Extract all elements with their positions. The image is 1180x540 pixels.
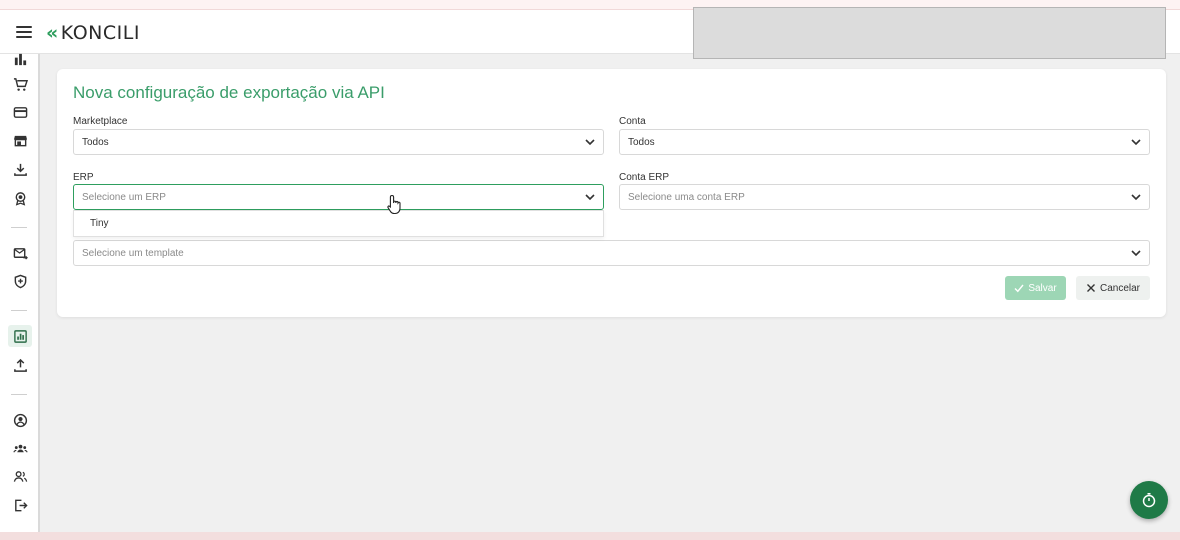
brand-name: KONCILI — [60, 22, 140, 44]
sidebar-item-payments[interactable] — [8, 101, 32, 123]
erp-placeholder: Selecione um ERP — [82, 191, 166, 203]
download-icon — [13, 163, 27, 176]
marketplace-select[interactable]: Todos — [73, 129, 604, 155]
sidebar-item-orders[interactable] — [8, 73, 32, 95]
cart-icon — [13, 77, 28, 91]
groups-icon — [12, 444, 28, 452]
store-icon — [13, 135, 27, 146]
template-select[interactable]: Selecione um template — [73, 240, 1150, 266]
sidebar-item-dashboard[interactable] — [8, 48, 32, 70]
upload-icon — [13, 358, 27, 372]
menu-icon — [16, 26, 32, 28]
sidebar-item-logout[interactable] — [8, 494, 32, 516]
conta-erp-placeholder: Selecione uma conta ERP — [628, 191, 745, 203]
logout-icon — [14, 499, 28, 511]
check-icon — [1014, 284, 1024, 293]
export-config-card: Nova configuração de exportação via API … — [57, 69, 1166, 317]
save-button[interactable]: Salvar — [1005, 276, 1066, 300]
menu-icon-line — [16, 31, 32, 33]
award-icon — [15, 191, 25, 206]
save-label: Salvar — [1028, 282, 1057, 294]
mail-forward-icon — [13, 247, 28, 260]
header-placeholder-box — [693, 7, 1166, 59]
chevron-down-icon — [1131, 194, 1141, 201]
user-circle-icon — [13, 413, 27, 427]
erp-dropdown-menu: Tiny — [73, 210, 604, 237]
chevron-down-icon — [1131, 250, 1141, 257]
sidebar-item-export[interactable] — [8, 354, 32, 376]
report-icon — [13, 329, 27, 343]
sidebar-item-reports[interactable] — [8, 325, 32, 347]
sidebar-item-stores[interactable] — [8, 129, 32, 151]
menu-toggle-button[interactable] — [16, 23, 32, 41]
credit-card-icon — [13, 106, 27, 118]
cancel-button[interactable]: Cancelar — [1076, 276, 1150, 300]
conta-value: Todos — [628, 136, 655, 148]
erp-select[interactable]: Selecione um ERP — [73, 184, 604, 210]
conta-erp-label: Conta ERP — [619, 172, 670, 183]
sidebar-divider — [11, 227, 27, 228]
erp-label: ERP — [73, 172, 94, 183]
sidebar-item-security[interactable] — [8, 270, 32, 292]
sidebar-item-users[interactable] — [8, 465, 32, 487]
menu-icon-line — [16, 36, 32, 38]
timer-fab-button[interactable] — [1130, 481, 1168, 519]
hand-cursor-icon — [387, 194, 401, 215]
marketplace-value: Todos — [82, 136, 109, 148]
conta-select[interactable]: Todos — [619, 129, 1150, 155]
conta-erp-select[interactable]: Selecione uma conta ERP — [619, 184, 1150, 210]
conta-label: Conta — [619, 116, 646, 127]
sidebar — [0, 53, 40, 534]
close-icon — [1086, 284, 1095, 292]
page-title: Nova configuração de exportação via API — [73, 83, 385, 102]
cancel-label: Cancelar — [1099, 282, 1141, 294]
sidebar-item-rewards[interactable] — [8, 187, 32, 209]
browser-bottom-strip — [0, 532, 1180, 540]
sidebar-item-profile[interactable] — [8, 409, 32, 431]
template-placeholder: Selecione um template — [82, 247, 184, 259]
brand-mark: « — [46, 22, 59, 44]
users-icon — [13, 470, 27, 482]
sidebar-item-messages[interactable] — [8, 242, 32, 264]
erp-option-tiny[interactable]: Tiny — [90, 218, 109, 229]
sidebar-divider — [11, 310, 27, 311]
sidebar-divider — [11, 394, 27, 395]
shield-icon — [14, 274, 26, 288]
app-header: « KONCILI — [0, 7, 1180, 59]
chevron-down-icon — [585, 194, 595, 201]
chevron-down-icon — [1131, 139, 1141, 146]
marketplace-label: Marketplace — [73, 116, 128, 127]
sidebar-item-teams[interactable] — [8, 437, 32, 459]
chevron-down-icon — [585, 139, 595, 146]
timer-icon — [1142, 493, 1156, 508]
bar-chart-icon — [14, 53, 26, 65]
brand-logo[interactable]: « KONCILI — [46, 21, 140, 45]
sidebar-item-import[interactable] — [8, 158, 32, 180]
